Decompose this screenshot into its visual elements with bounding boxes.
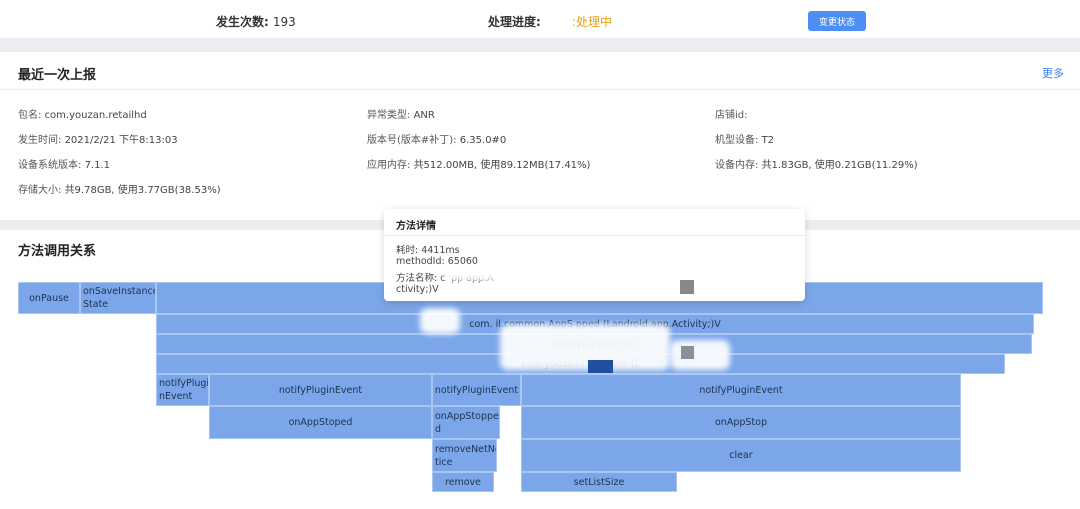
os-version-field: 设备系统版本: 7.1.1 bbox=[18, 160, 111, 171]
redaction-mark bbox=[588, 360, 613, 373]
redaction-mark bbox=[670, 340, 730, 370]
occurrence-count: 发生次数: 193 bbox=[216, 13, 296, 30]
redaction-mark bbox=[680, 280, 694, 294]
latest-report-title: 最近一次上报 bbox=[18, 68, 97, 83]
call-graph-title: 方法调用关系 bbox=[18, 244, 97, 259]
node-onappstoped[interactable]: onAppStoped bbox=[209, 406, 432, 439]
summary-bar: 发生次数: 193 处理进度: :处理中 变更状态 bbox=[0, 0, 1080, 38]
tooltip-duration: 耗时: 4411ms bbox=[396, 245, 460, 256]
exception-type-field: 异常类型: ANR bbox=[367, 110, 435, 121]
node-notifypluginevent-b[interactable]: notifyPluginEvent bbox=[209, 374, 432, 406]
package-field: 包名: com.youzan.retailhd bbox=[18, 110, 147, 121]
progress-status: :处理中 bbox=[572, 13, 612, 30]
device-model-field: 机型设备: T2 bbox=[715, 135, 775, 146]
method-detail-tooltip: 方法详情 耗时: 4411ms methodId: 65060 方法名称: c … bbox=[384, 209, 805, 301]
node-onpause[interactable]: onPause bbox=[18, 282, 80, 314]
node-onappstopped[interactable]: onAppStoppe d bbox=[432, 406, 500, 439]
more-link[interactable]: 更多 bbox=[1042, 65, 1064, 81]
occur-time-field: 发生时间: 2021/2/21 下午8:13:03 bbox=[18, 135, 178, 146]
shop-id-field: 店铺id: bbox=[715, 110, 748, 121]
node-notifypluginevent-d[interactable]: notifyPluginEvent bbox=[521, 374, 961, 406]
occurrence-count-label: 发生次数: bbox=[216, 15, 269, 29]
node-notifypluginevent-c[interactable]: notifyPluginEvent bbox=[432, 374, 521, 406]
device-memory-field: 设备内存: 共1.83GB, 使用0.21GB(11.29%) bbox=[715, 160, 918, 171]
latest-report-panel: 最近一次上报 更多 包名: com.youzan.retailhd 异常类型: … bbox=[0, 52, 1080, 220]
divider bbox=[0, 89, 1080, 90]
node-remove[interactable]: remove bbox=[432, 472, 494, 492]
node-onsaveinstancestate[interactable]: onSaveInstance State bbox=[80, 282, 156, 314]
divider bbox=[384, 235, 805, 236]
tooltip-method-name-cont: ctivity;)V bbox=[396, 284, 439, 295]
node-notifypluginevent-a[interactable]: notifyPlugi nEvent bbox=[156, 374, 209, 406]
node-setlistsize[interactable]: setListSize bbox=[521, 472, 677, 492]
redaction-mark bbox=[444, 267, 554, 281]
node-clear[interactable]: clear bbox=[521, 439, 961, 472]
progress-status-value: :处理中 bbox=[572, 15, 613, 29]
storage-field: 存储大小: 共9.78GB, 使用3.77GB(38.53%) bbox=[18, 185, 221, 196]
node-onappstop[interactable]: onAppStop bbox=[521, 406, 961, 439]
occurrence-count-value: 193 bbox=[272, 15, 296, 29]
progress-label: 处理进度: bbox=[488, 15, 541, 29]
redaction-mark bbox=[420, 308, 460, 334]
change-status-button[interactable]: 变更状态 bbox=[808, 11, 866, 31]
node-removenetnotice[interactable]: removeNetNo tice bbox=[432, 439, 497, 472]
progress-field: 处理进度: bbox=[488, 13, 541, 30]
redaction-mark bbox=[681, 346, 694, 359]
redaction-mark bbox=[500, 324, 670, 370]
tooltip-title: 方法详情 bbox=[396, 221, 436, 232]
tooltip-methodid: methodId: 65060 bbox=[396, 256, 478, 267]
version-field: 版本号(版本#补丁): 6.35.0#0 bbox=[367, 135, 507, 146]
app-memory-field: 应用内存: 共512.00MB, 使用89.12MB(17.41%) bbox=[367, 160, 591, 171]
